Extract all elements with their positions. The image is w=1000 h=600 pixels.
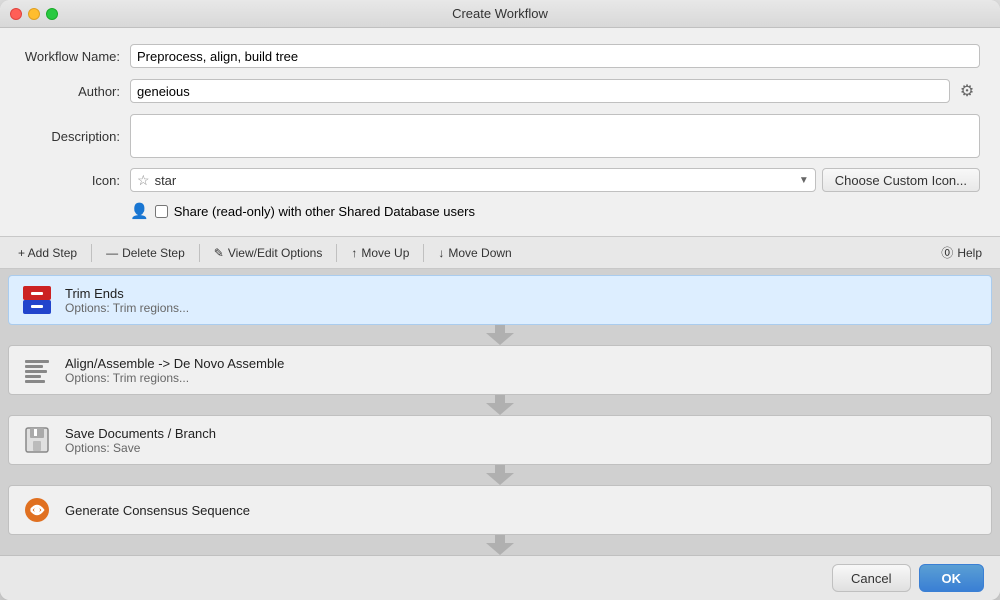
workflow-name-label: Workflow Name: bbox=[20, 49, 130, 64]
dialog-title: Create Workflow bbox=[452, 6, 548, 21]
maximize-button[interactable] bbox=[46, 8, 58, 20]
icon-label: Icon: bbox=[20, 173, 130, 188]
share-row: 👤 Share (read-only) with other Shared Da… bbox=[20, 202, 980, 220]
step-arrow-1 bbox=[486, 325, 514, 345]
step-name: Align/Assemble -> De Novo Assemble bbox=[65, 356, 979, 371]
step-item[interactable]: Align/Assemble -> De Novo Assemble Optio… bbox=[8, 345, 992, 395]
author-label: Author: bbox=[20, 84, 130, 99]
arrow-down-icon: ↓ bbox=[438, 246, 444, 260]
edit-icon: ✎ bbox=[214, 246, 224, 260]
toolbar-separator-1 bbox=[91, 244, 92, 262]
description-label: Description: bbox=[20, 129, 130, 144]
step-item[interactable]: Save Documents / Branch Options: Save bbox=[8, 415, 992, 465]
align-assemble-icon bbox=[21, 354, 53, 386]
step-options: Options: Trim regions... bbox=[65, 371, 979, 385]
arrow-connector-1 bbox=[8, 325, 992, 345]
step-text: Trim Ends Options: Trim regions... bbox=[65, 286, 979, 315]
user-icon: 👤 bbox=[130, 202, 149, 220]
step-name: Save Documents / Branch bbox=[65, 426, 979, 441]
share-checkbox[interactable] bbox=[155, 205, 168, 218]
move-up-button[interactable]: ↑ Move Up bbox=[343, 243, 417, 263]
step-arrow-2 bbox=[486, 395, 514, 415]
close-button[interactable] bbox=[10, 8, 22, 20]
author-settings-button[interactable]: ⚙ bbox=[954, 78, 980, 104]
author-input-wrap: ⚙ bbox=[130, 78, 980, 104]
toolbar-separator-2 bbox=[199, 244, 200, 262]
step-text: Align/Assemble -> De Novo Assemble Optio… bbox=[65, 356, 979, 385]
minimize-button[interactable] bbox=[28, 8, 40, 20]
create-workflow-dialog: Create Workflow Workflow Name: Author: ⚙… bbox=[0, 0, 1000, 600]
view-edit-options-button[interactable]: ✎ View/Edit Options bbox=[206, 243, 331, 263]
icon-select[interactable]: ☆ star ▼ bbox=[130, 168, 816, 192]
move-down-button[interactable]: ↓ Move Down bbox=[430, 243, 519, 263]
icon-row: Icon: ☆ star ▼ Choose Custom Icon... bbox=[20, 168, 980, 192]
workflow-name-input[interactable] bbox=[130, 44, 980, 68]
cancel-button[interactable]: Cancel bbox=[832, 564, 910, 592]
step-item[interactable]: Trim Ends Options: Trim regions... bbox=[8, 275, 992, 325]
toolbar-separator-3 bbox=[336, 244, 337, 262]
workflow-name-row: Workflow Name: bbox=[20, 44, 980, 68]
help-button[interactable]: ⓪ Help bbox=[933, 241, 990, 264]
arrow-connector-2 bbox=[8, 395, 992, 415]
step-text: Generate Consensus Sequence bbox=[65, 503, 979, 518]
toolbar-separator-4 bbox=[423, 244, 424, 262]
step-options: Options: Save bbox=[65, 441, 979, 455]
save-documents-icon bbox=[21, 424, 53, 456]
arrow-connector-3 bbox=[8, 465, 992, 485]
steps-toolbar: + Add Step — Delete Step ✎ View/Edit Opt… bbox=[0, 236, 1000, 269]
share-label: Share (read-only) with other Shared Data… bbox=[174, 204, 475, 219]
arrow-connector-4 bbox=[8, 535, 992, 555]
author-row: Author: ⚙ bbox=[20, 78, 980, 104]
step-arrow-4 bbox=[486, 535, 514, 555]
dialog-footer: Cancel OK bbox=[0, 555, 1000, 600]
step-arrow-3 bbox=[486, 465, 514, 485]
form-area: Workflow Name: Author: ⚙ Description: Ic… bbox=[0, 28, 1000, 236]
description-input[interactable] bbox=[130, 114, 980, 158]
step-name: Trim Ends bbox=[65, 286, 979, 301]
consensus-sequence-icon bbox=[21, 494, 53, 526]
delete-step-button[interactable]: — Delete Step bbox=[98, 243, 193, 263]
title-bar: Create Workflow bbox=[0, 0, 1000, 28]
chevron-down-icon: ▼ bbox=[799, 175, 809, 186]
minus-icon: — bbox=[106, 246, 118, 260]
step-name: Generate Consensus Sequence bbox=[65, 503, 979, 518]
icon-select-label: star bbox=[155, 173, 799, 188]
steps-area: Trim Ends Options: Trim regions... bbox=[0, 269, 1000, 555]
choose-custom-icon-button[interactable]: Choose Custom Icon... bbox=[822, 168, 980, 192]
step-item[interactable]: Generate Consensus Sequence bbox=[8, 485, 992, 535]
ok-button[interactable]: OK bbox=[919, 564, 985, 592]
description-row: Description: bbox=[20, 114, 980, 158]
step-text: Save Documents / Branch Options: Save bbox=[65, 426, 979, 455]
trim-ends-icon bbox=[21, 284, 53, 316]
author-input[interactable] bbox=[130, 79, 950, 103]
step-options: Options: Trim regions... bbox=[65, 301, 979, 315]
arrow-up-icon: ↑ bbox=[351, 246, 357, 260]
window-controls bbox=[10, 8, 58, 20]
star-icon: ☆ bbox=[137, 172, 150, 189]
add-step-button[interactable]: + Add Step bbox=[10, 243, 85, 263]
help-icon: ⓪ bbox=[941, 244, 953, 261]
